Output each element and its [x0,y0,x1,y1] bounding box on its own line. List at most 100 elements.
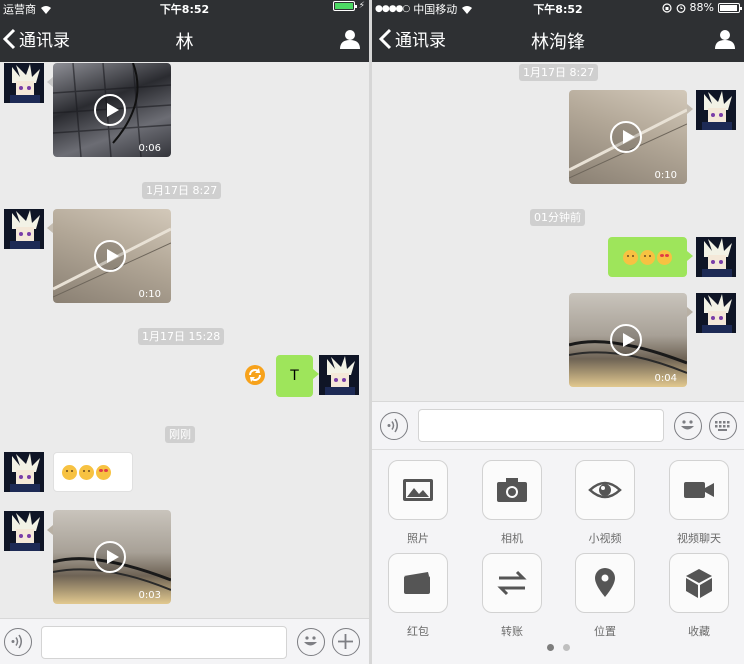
location-pin-icon [595,568,615,597]
chat-title: 林 [175,32,194,53]
page-dot[interactable] [562,644,570,651]
play-icon[interactable] [610,121,642,153]
eye-icon [588,481,622,499]
tool-label: 照片 [407,532,429,545]
nav-bar: 通讯录 林洵锋 [372,16,744,62]
my-avatar[interactable] [696,237,736,277]
video-duration: 0:06 [138,143,161,154]
status-bar: 运营商 下午8:52 ⚡ [0,0,369,16]
tool-favorites[interactable]: 收藏 [669,553,729,639]
play-icon[interactable] [94,240,126,272]
my-avatar[interactable] [696,90,736,130]
tool-photo[interactable]: 照片 [388,460,448,546]
message-input[interactable] [418,409,664,442]
red-packet-icon [404,572,430,594]
tool-label: 相机 [501,532,523,545]
my-avatar[interactable] [319,355,359,395]
smiley-icon [304,636,317,646]
heart-eyes-emoji-icon [96,464,111,480]
nav-bar: 通讯录 林 [0,16,369,62]
photo-icon [403,479,433,501]
status-time: 下午8:52 [159,3,210,16]
video-duration: 0:10 [138,289,161,300]
tool-label: 转账 [501,625,523,638]
play-icon[interactable] [610,324,642,356]
charging-icon: ⚡ [358,1,365,11]
chat-title: 林洵锋 [531,32,585,53]
voice-icon [387,418,398,433]
input-bar [0,618,369,664]
pleading-emoji-icon [79,464,94,480]
video-duration: 0:04 [654,373,677,384]
tool-location[interactable]: 位置 [575,553,635,639]
camera-icon [497,478,527,502]
timestamp: 1月17日 8:27 [519,64,599,81]
plus-icon [338,634,353,649]
tool-camera[interactable]: 相机 [482,460,542,546]
my-avatar[interactable] [696,293,736,333]
blush-emoji-icon [623,249,638,265]
heart-eyes-emoji-icon [657,249,672,265]
tool-short-video[interactable]: 小视频 [575,460,635,546]
battery-icon [332,1,357,11]
voice-icon [11,634,22,649]
video-message[interactable]: 0:06 [53,63,171,157]
timestamp: 1月17日 8:27 [142,182,222,199]
sent-text-bubble[interactable]: T [276,355,313,397]
alarm-icon [676,3,685,13]
message-input[interactable] [41,626,287,659]
contact-profile-icon[interactable] [340,29,360,49]
tool-transfer[interactable]: 转账 [482,553,542,639]
tool-label: 红包 [407,625,429,638]
timestamp: 刚刚 [165,426,195,443]
tool-label: 位置 [594,625,616,638]
tool-video-chat[interactable]: 视频聊天 [669,460,729,546]
more-options-button[interactable] [332,628,360,656]
page-indicator[interactable] [372,644,744,651]
page-dot-active[interactable] [546,644,554,651]
received-emoji-bubble[interactable] [53,452,133,492]
keyboard-toggle-button[interactable] [709,412,737,440]
resend-icon[interactable] [245,365,265,385]
tool-label: 视频聊天 [677,532,721,545]
pleading-emoji-icon [640,249,655,265]
input-bar [372,401,744,449]
emoji-button[interactable] [674,412,702,440]
battery-icon [718,2,742,13]
contact-profile-icon[interactable] [715,29,735,49]
tool-red-packet[interactable]: 红包 [388,553,448,639]
video-duration: 0:03 [138,590,161,601]
video-message[interactable]: 0:03 [53,510,171,604]
contact-avatar[interactable] [4,63,44,103]
contact-avatar[interactable] [4,209,44,249]
cube-icon [686,569,712,598]
video-message[interactable]: 0:04 [569,293,687,387]
message-text: T [290,368,299,384]
timestamp: 1月17日 15:28 [138,328,225,345]
blush-emoji-icon [62,464,77,480]
smiley-icon [681,420,694,430]
contact-avatar[interactable] [4,511,44,551]
timestamp: 01分钟前 [530,209,585,226]
sent-emoji-bubble[interactable] [608,237,687,277]
battery-percentage: 88% [689,1,714,14]
transfer-icon [497,570,527,596]
emoji-button[interactable] [297,628,325,656]
rotation-lock-icon [661,2,672,13]
status-bar: ●●●●○ 中国移动 下午8:52 88% [372,0,744,16]
video-camera-icon [684,482,714,498]
tool-label: 收藏 [688,625,710,638]
video-message[interactable]: 0:10 [569,90,687,184]
contact-avatar[interactable] [4,452,44,492]
play-icon[interactable] [94,541,126,573]
voice-toggle-button[interactable] [4,628,32,656]
more-options-panel: 照片 相机 小视频 视频聊天 红包 转账 位置 收藏 [372,449,744,664]
video-message[interactable]: 0:10 [53,209,171,303]
tool-label: 小视频 [588,532,622,545]
left-phone-screen: 运营商 下午8:52 ⚡ 通讯录 林 0:06 1月17日 8:27 0:10 … [0,0,369,664]
play-icon[interactable] [94,94,126,126]
right-phone-screen: ●●●●○ 中国移动 下午8:52 88% 通讯录 林洵锋 1月17日 8:27 [372,0,744,664]
voice-toggle-button[interactable] [380,412,408,440]
keyboard-icon [715,421,730,431]
video-duration: 0:10 [654,170,677,181]
